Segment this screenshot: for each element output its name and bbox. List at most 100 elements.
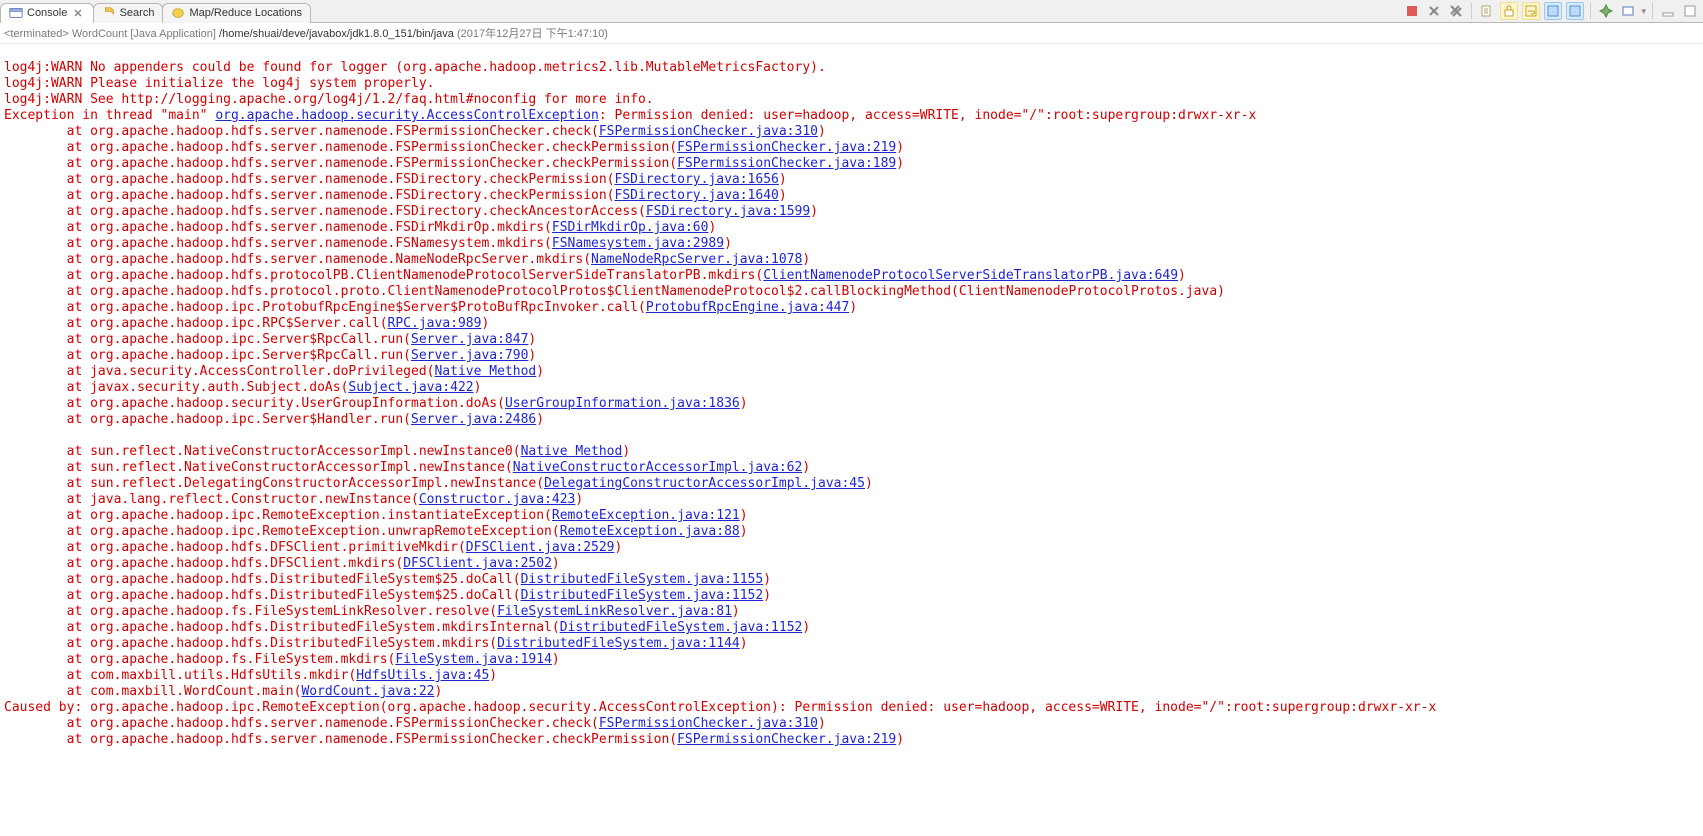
at: at (4, 188, 90, 203)
at: at (4, 380, 90, 395)
pin-console-icon[interactable] (1597, 2, 1615, 20)
source-link[interactable]: RPC.java:989 (388, 316, 482, 331)
at: at (4, 204, 90, 219)
remove-launch-icon[interactable] (1425, 2, 1443, 20)
stack-frame: org.apache.hadoop.hdfs.server.namenode.F… (90, 140, 677, 155)
source-link[interactable]: DFSClient.java:2529 (466, 540, 615, 555)
source-link[interactable]: NameNodeRpcServer.java:1078 (591, 252, 802, 267)
at: at (4, 156, 90, 171)
stack-frame: org.apache.hadoop.hdfs.server.namenode.F… (90, 220, 552, 235)
exception-text: Exception in thread "main" (4, 108, 215, 123)
stack-frame: org.apache.hadoop.hdfs.DistributedFileSy… (90, 572, 520, 587)
source-link[interactable]: RemoteException.java:88 (560, 524, 740, 539)
at: at (4, 492, 90, 507)
source-link[interactable]: Native Method (521, 444, 623, 459)
maximize-icon[interactable] (1681, 2, 1699, 20)
source-link[interactable]: FSPermissionChecker.java:219 (677, 140, 896, 155)
source-link[interactable]: DistributedFileSystem.java:1152 (521, 588, 764, 603)
remove-all-icon[interactable] (1447, 2, 1465, 20)
show-stderr-icon[interactable] (1566, 2, 1584, 20)
terminate-icon[interactable] (1403, 2, 1421, 20)
log-line: log4j:WARN No appenders could be found f… (4, 60, 826, 75)
stack-frame: org.apache.hadoop.hdfs.DistributedFileSy… (90, 588, 520, 603)
word-wrap-icon[interactable] (1522, 2, 1540, 20)
source-link[interactable]: UserGroupInformation.java:1836 (505, 396, 740, 411)
launch-time: (2017年12月27日 下午1:47:10) (454, 28, 608, 40)
at: at (4, 524, 90, 539)
stack-frame: java.security.AccessController.doPrivile… (90, 364, 434, 379)
source-link[interactable]: NativeConstructorAccessorImpl.java:62 (513, 460, 803, 475)
source-link[interactable]: ProtobufRpcEngine.java:447 (646, 300, 850, 315)
show-stdout-icon[interactable] (1544, 2, 1562, 20)
source-link[interactable]: FSPermissionChecker.java:310 (599, 124, 818, 139)
stack-frame: org.apache.hadoop.hdfs.server.namenode.F… (90, 732, 677, 747)
view-tabs: Console ✕ Search Map/Reduce Locations (0, 0, 310, 23)
source-link[interactable]: FSPermissionChecker.java:310 (599, 716, 818, 731)
stack-frame: org.apache.hadoop.hdfs.DFSClient.primiti… (90, 540, 466, 555)
stack-frame: org.apache.hadoop.ipc.RPC$Server.call( (90, 316, 387, 331)
source-link[interactable]: FSPermissionChecker.java:189 (677, 156, 896, 171)
source-link[interactable]: Subject.java:422 (348, 380, 473, 395)
launch-path: /home/shuai/deve/javabox/jdk1.8.0_151/bi… (219, 28, 454, 40)
source-link[interactable]: DistributedFileSystem.java:1152 (560, 620, 803, 635)
source-link[interactable]: HdfsUtils.java:45 (356, 668, 489, 683)
console-toolbar: ▾ (1399, 2, 1703, 20)
at: at (4, 396, 90, 411)
stack-frame: org.apache.hadoop.hdfs.server.namenode.F… (90, 172, 614, 187)
exception-msg: : Permission denied: user=hadoop, access… (599, 108, 1256, 123)
source-link[interactable]: FSDirectory.java:1599 (646, 204, 810, 219)
source-link[interactable]: FileSystemLinkResolver.java:81 (497, 604, 732, 619)
source-link[interactable]: Server.java:2486 (411, 412, 536, 427)
stack-frame: org.apache.hadoop.hdfs.server.namenode.F… (90, 716, 599, 731)
scroll-lock-icon[interactable] (1500, 2, 1518, 20)
at: at (4, 236, 90, 251)
source-link[interactable]: FSPermissionChecker.java:219 (677, 732, 896, 747)
source-link[interactable]: FSDirMkdirOp.java:60 (552, 220, 709, 235)
source-link[interactable]: ClientNamenodeProtocolServerSideTranslat… (763, 268, 1178, 283)
stack-frame: javax.security.auth.Subject.doAs( (90, 380, 348, 395)
source-link[interactable]: FSDirectory.java:1640 (615, 188, 779, 203)
source-link[interactable]: DistributedFileSystem.java:1155 (521, 572, 764, 587)
at: at (4, 620, 90, 635)
source-link[interactable]: FSDirectory.java:1656 (615, 172, 779, 187)
source-link[interactable]: Server.java:790 (411, 348, 528, 363)
at: at (4, 460, 90, 475)
source-link[interactable]: RemoteException.java:121 (552, 508, 740, 523)
tab-search[interactable]: Search (93, 3, 164, 23)
tab-search-label: Search (120, 7, 155, 19)
stack-frame: org.apache.hadoop.hdfs.server.namenode.F… (90, 236, 552, 251)
stack-frame: org.apache.hadoop.hdfs.DistributedFileSy… (90, 636, 497, 651)
source-link[interactable]: FileSystem.java:1914 (395, 652, 552, 667)
source-link[interactable]: DelegatingConstructorAccessorImpl.java:4… (544, 476, 865, 491)
log-line: log4j:WARN Please initialize the log4j s… (4, 76, 434, 91)
source-link[interactable]: FSNamesystem.java:2989 (552, 236, 724, 251)
source-link[interactable]: DistributedFileSystem.java:1144 (497, 636, 740, 651)
display-selected-console-icon[interactable] (1619, 2, 1637, 20)
log-line: log4j:WARN See http://logging.apache.org… (4, 92, 654, 107)
source-link[interactable]: Native Method (434, 364, 536, 379)
tab-console-label: Console (27, 7, 67, 19)
minimize-icon[interactable] (1659, 2, 1677, 20)
chevron-down-icon[interactable]: ▾ (1641, 6, 1646, 17)
stack-frame: org.apache.hadoop.hdfs.server.namenode.N… (90, 252, 591, 267)
tab-console[interactable]: Console ✕ (0, 3, 94, 23)
source-link[interactable]: Server.java:847 (411, 332, 528, 347)
stack-frame: org.apache.hadoop.fs.FileSystemLinkResol… (90, 604, 497, 619)
at: at (4, 364, 90, 379)
tab-mapreduce[interactable]: Map/Reduce Locations (162, 3, 311, 23)
stack-frame: org.apache.hadoop.hdfs.protocolPB.Client… (90, 268, 763, 283)
stack-frame: org.apache.hadoop.hdfs.DistributedFileSy… (90, 620, 560, 635)
stack-frame: org.apache.hadoop.ipc.RemoteException.in… (90, 508, 552, 523)
source-link[interactable]: Constructor.java:423 (419, 492, 576, 507)
console-output[interactable]: log4j:WARN No appenders could be found f… (0, 44, 1703, 836)
source-link[interactable]: WordCount.java:22 (301, 684, 434, 699)
tab-mapreduce-label: Map/Reduce Locations (189, 7, 302, 19)
source-link[interactable]: DFSClient.java:2502 (403, 556, 552, 571)
at: at (4, 444, 90, 459)
close-icon[interactable]: ✕ (71, 7, 84, 20)
clear-console-icon[interactable] (1478, 2, 1496, 20)
at: at (4, 572, 90, 587)
at: at (4, 716, 90, 731)
at: at (4, 540, 90, 555)
exception-class-link[interactable]: org.apache.hadoop.security.AccessControl… (215, 108, 599, 123)
